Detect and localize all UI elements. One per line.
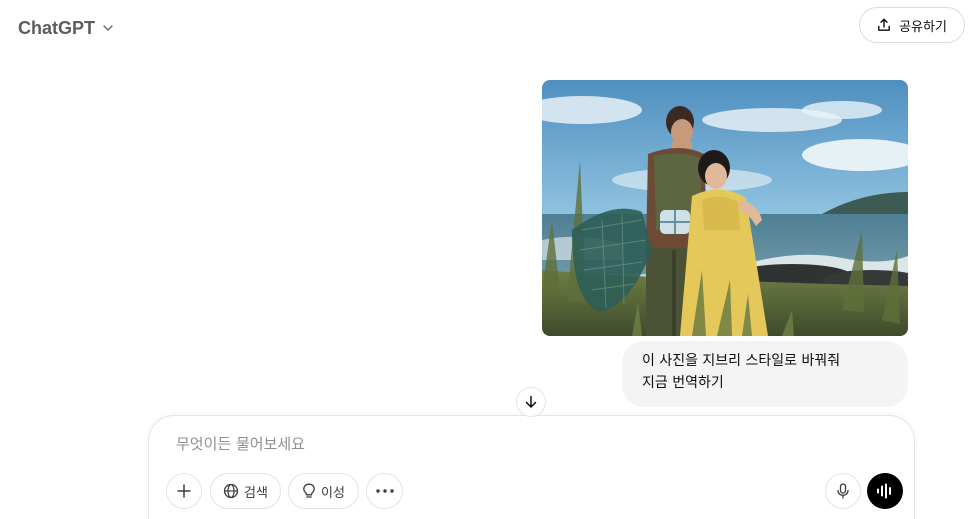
search-label: 검색: [244, 485, 268, 501]
plus-icon: [177, 484, 191, 498]
voice-mode-button[interactable]: [867, 473, 903, 509]
more-tools-button[interactable]: [366, 473, 403, 509]
chat-window: ChatGPT 공유하기 이 사진을 지브리 스타일로 바꿔줘 지금 번역하기 …: [0, 0, 968, 519]
scroll-to-bottom-button[interactable]: [516, 387, 546, 417]
user-message-line-2: 지금 번역하기: [642, 375, 724, 391]
share-icon: [878, 18, 890, 31]
globe-icon: [223, 483, 239, 499]
reason-button[interactable]: 이성: [288, 473, 359, 509]
model-selector[interactable]: ChatGPT: [18, 14, 115, 42]
search-button[interactable]: 검색: [210, 473, 281, 509]
voice-waveform-icon: [877, 483, 891, 499]
user-message-line-1: 이 사진을 지브리 스타일로 바꿔줘: [642, 353, 841, 369]
share-button[interactable]: 공유하기: [859, 7, 965, 43]
user-message-bubble: 이 사진을 지브리 스타일로 바꿔줘 지금 번역하기: [622, 341, 908, 407]
share-label: 공유하기: [899, 19, 947, 35]
lightbulb-icon: [303, 483, 315, 498]
microphone-icon: [837, 483, 849, 499]
photo-couple-by-sea: [542, 80, 908, 336]
uploaded-image[interactable]: [542, 80, 908, 336]
ellipsis-icon: [375, 489, 394, 493]
model-name: ChatGPT: [18, 17, 96, 38]
reason-label: 이성: [321, 485, 345, 501]
attach-button[interactable]: [166, 473, 202, 509]
dictate-button[interactable]: [825, 473, 861, 509]
arrow-down-icon: [525, 395, 537, 408]
prompt-input[interactable]: [176, 433, 776, 455]
composer: 검색 이성: [148, 415, 915, 519]
chevron-down-icon: [103, 25, 113, 31]
